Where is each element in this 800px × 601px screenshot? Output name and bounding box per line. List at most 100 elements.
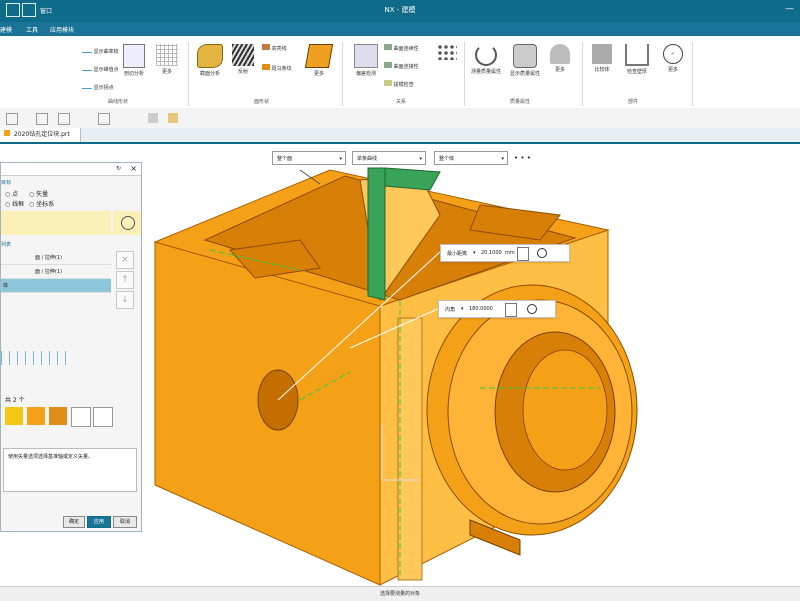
measure-dialog: ↻ × 目标 ○ 点 ○ 矢量 ○ 线框 ○ 坐标系 列表 面 / 拉伸(1) … [0, 162, 142, 532]
more-curve-button[interactable]: 更多 [152, 44, 182, 75]
info-textbox: 使用矢量选项选择基准轴或定义矢量。 [3, 448, 137, 492]
list-item[interactable]: 面 / 拉伸(1) [1, 251, 111, 265]
remove-button[interactable]: × [116, 251, 134, 269]
curve-filter-select[interactable]: 单条曲线 ▾ [352, 151, 426, 165]
select-icon[interactable] [6, 113, 18, 125]
ok-button[interactable]: 确定 [63, 516, 85, 528]
body-filter-icon[interactable] [27, 407, 45, 425]
zebra-button[interactable]: 斑马条纹 [262, 64, 302, 72]
reflection-icon [232, 44, 254, 66]
chevron-down-icon: ▾ [419, 156, 422, 162]
selected-face[interactable] [367, 167, 386, 301]
show-mass-button[interactable]: 显示质量属性 [508, 44, 542, 77]
document-tab-bar: 2020钻孔定位块.prt × [0, 128, 800, 152]
dots-button[interactable] [434, 44, 460, 62]
selection-row[interactable] [1, 211, 111, 235]
chevron-down-icon: ▾ [339, 156, 342, 162]
deviation-icon [354, 44, 378, 68]
apply-button[interactable]: 应用 [87, 516, 111, 528]
min-distance-box[interactable]: 最小距离 ▾ 20.1000 mm [440, 244, 570, 262]
menu-modeling[interactable]: 建模 [0, 25, 12, 34]
edge-filter-icon[interactable] [5, 407, 23, 425]
ribbon-divider [188, 42, 189, 106]
ribbon-divider [692, 42, 693, 106]
snap-icon[interactable] [58, 113, 70, 125]
more-mass-button[interactable]: 更多 [546, 44, 574, 73]
deviation-button[interactable]: 偏差检测 [350, 44, 382, 77]
selected-face-top[interactable] [384, 167, 441, 191]
surface-continuity-button[interactable]: 曲面连续性 [384, 44, 428, 52]
wall-thickness-button[interactable]: 检查壁厚 [622, 44, 652, 75]
menu-applications[interactable]: 应用模块 [50, 25, 74, 34]
cube-wire-icon[interactable] [168, 113, 178, 123]
crosshair-button[interactable] [113, 211, 141, 235]
boss-hole-inner[interactable] [522, 349, 608, 471]
draft-check-button[interactable]: 拔模检查 [384, 80, 428, 88]
chevron-down-icon[interactable]: ▾ [461, 306, 464, 312]
solid-filter-icon[interactable] [49, 407, 67, 425]
part-icon [550, 44, 570, 64]
reflection-button[interactable]: 反射 [228, 44, 258, 75]
group-label-relation: 关系 [396, 99, 407, 105]
filter-toolbar [1, 405, 135, 427]
list-item[interactable]: 面 / 拉伸(1) [1, 265, 111, 279]
list-filter-icon[interactable] [93, 407, 113, 427]
ribbon-divider [582, 42, 583, 106]
section-analysis-button[interactable]: 剖切分析 [116, 44, 152, 77]
more-options-button[interactable]: • • • [514, 154, 531, 162]
menu-tools[interactable]: 工具 [26, 25, 38, 34]
eye-icon[interactable] [527, 304, 537, 314]
more-face-button[interactable]: 更多 [304, 44, 334, 77]
chevron-down-icon[interactable]: ▾ [473, 250, 476, 256]
highlight-lines-button[interactable]: 高亮线 [262, 44, 302, 52]
face-analysis-button[interactable]: 截面分析 [192, 44, 228, 77]
mass-icon [513, 44, 537, 68]
compare-body-button[interactable]: 比较体 [588, 44, 616, 73]
peak-icon [82, 64, 92, 71]
connectivity-icon [384, 62, 392, 68]
radio-csys[interactable]: ○ 坐标系 [29, 199, 54, 208]
preview-strip [1, 351, 71, 365]
more-part-button[interactable]: ✓ 更多 [658, 44, 688, 73]
corner-edge[interactable] [397, 317, 423, 581]
group-label-face: 面形状 [254, 99, 270, 105]
formula-icon[interactable] [517, 247, 529, 261]
list-item[interactable]: 体 [1, 279, 111, 293]
radio-vector[interactable]: ○ 矢量 [29, 189, 48, 198]
move-up-button[interactable]: ↑ [116, 271, 134, 289]
group-label-part: 部件 [628, 99, 639, 105]
comb-icon [82, 46, 92, 53]
title-bar: 窗口 NX - 建模 — [0, 0, 800, 22]
section-analysis-icon [123, 44, 145, 68]
ribbon-divider [464, 42, 465, 106]
face-filter-select[interactable]: 整个面 ▾ [272, 151, 346, 165]
show-inflection-button[interactable]: 显示拐点 [82, 82, 142, 91]
cube-icon[interactable] [148, 113, 158, 123]
window-title: NX - 建模 [384, 6, 416, 14]
radio-point[interactable]: ○ 点 [5, 189, 18, 198]
radio-line[interactable]: ○ 线框 [5, 199, 24, 208]
target-section-title: 目标 [1, 180, 12, 186]
csys-icon[interactable] [98, 113, 110, 125]
filter-icon[interactable] [36, 113, 48, 125]
cancel-button[interactable]: 取消 [113, 516, 137, 528]
draft-check-icon [384, 80, 392, 86]
angle-box[interactable]: 内角 ▾ 180.0000 [438, 300, 556, 318]
highlight-lines-icon [262, 44, 270, 50]
surface-connectivity-button[interactable]: 曲面连接性 [384, 62, 428, 70]
wall-icon [625, 44, 649, 66]
close-icon[interactable]: × [130, 164, 137, 173]
body-filter-select[interactable]: 整个体 ▾ [434, 151, 508, 165]
measure-mass-button[interactable]: 测量质量属性 [468, 44, 504, 75]
status-bar: 选择要测量的对象 [0, 586, 800, 601]
type-options: ○ 点 ○ 矢量 ○ 线框 ○ 坐标系 [1, 189, 141, 209]
curve-filter-icon[interactable] [71, 407, 91, 427]
grid-icon [156, 44, 178, 66]
move-down-button[interactable]: ↓ [116, 291, 134, 309]
eye-icon[interactable] [537, 248, 547, 258]
minimize-button[interactable]: — [785, 4, 794, 14]
file-tab[interactable]: 2020钻孔定位块.prt × [0, 128, 81, 152]
formula-icon[interactable] [505, 303, 517, 317]
quick-toolbar [0, 108, 800, 129]
reset-icon[interactable]: ↻ [116, 165, 121, 172]
